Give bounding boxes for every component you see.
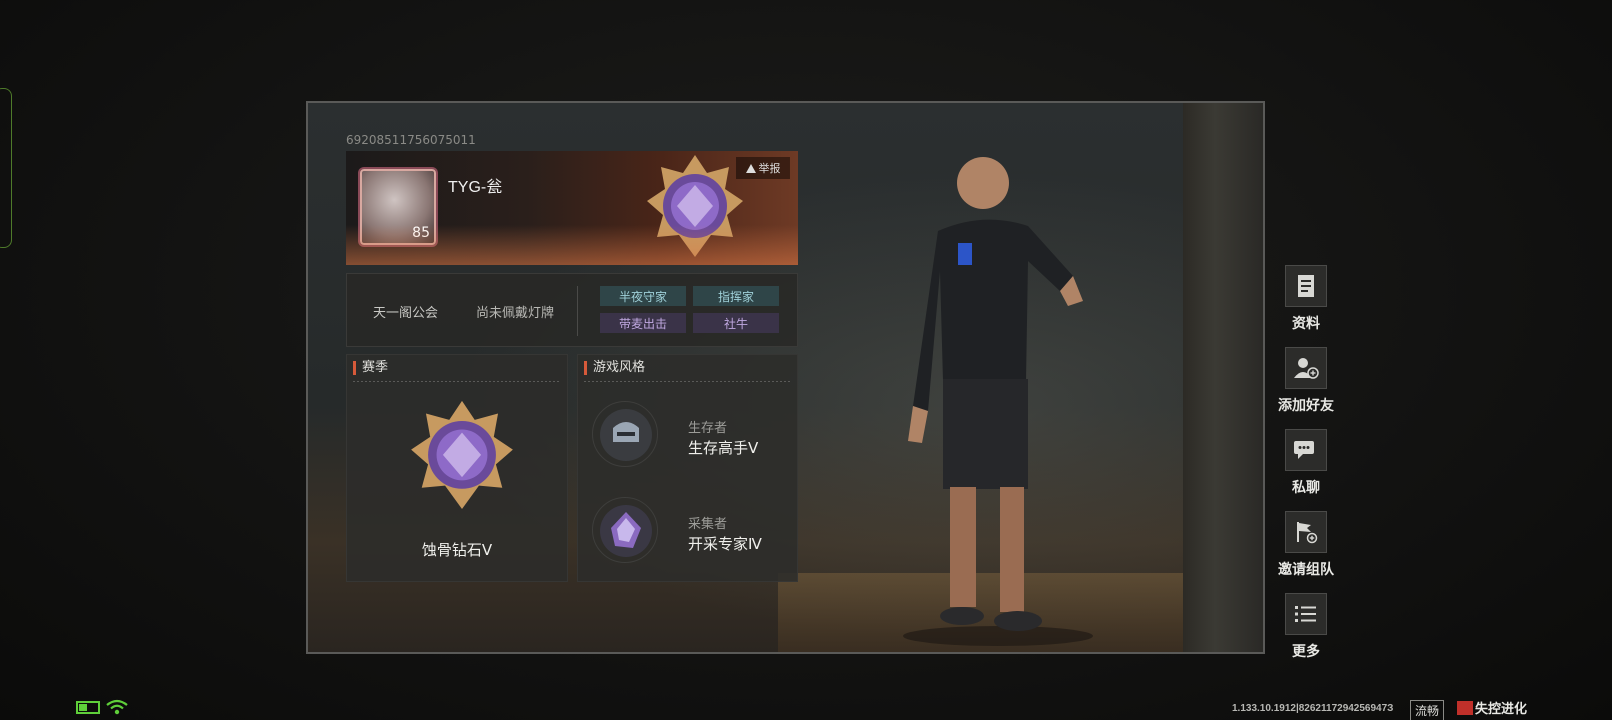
player-name: TYG-瓮 (448, 179, 503, 196)
lamp-status[interactable]: 尚未佩戴灯牌 (476, 302, 554, 321)
side-label-profile: 资料 (1292, 316, 1320, 332)
logo-text: 失控进化 (1475, 702, 1528, 717)
side-label-invite-team: 邀请组队 (1278, 562, 1334, 578)
list-icon (1285, 593, 1327, 635)
version-text: 1.133.10.1912|8262117294256947З (1232, 703, 1394, 714)
left-edge-tab[interactable] (0, 88, 12, 248)
side-button-profile[interactable]: 资料 (1266, 265, 1346, 333)
play-style-section: 游戏风格 生存者 生存高手Ⅴ 采集者 开采专家Ⅳ (577, 354, 798, 582)
player-character (903, 157, 1093, 646)
gatherer-value: 开采专家Ⅳ (688, 535, 762, 553)
survivor-value: 生存高手Ⅴ (688, 439, 759, 457)
rank-badge-icon (647, 155, 743, 257)
warning-icon (745, 163, 756, 173)
add-friend-icon (1285, 347, 1327, 389)
survivor-helmet-icon (592, 401, 658, 467)
profile-header-card: 85 TYG-瓮 举报 (346, 151, 798, 265)
battery-icon (76, 700, 100, 714)
season-section[interactable]: 赛季 蚀骨钻石Ⅴ (346, 354, 568, 582)
chat-icon (1285, 429, 1327, 471)
gatherer-crystal-icon (592, 497, 658, 563)
avatar[interactable]: 85 (360, 169, 436, 245)
tag-night-guard: 半夜守家 (600, 286, 686, 306)
gatherer-subtitle: 采集者 (688, 517, 728, 532)
season-title: 赛季 (353, 361, 388, 375)
game-logo: 失控进化 (1457, 698, 1527, 717)
side-label-chat: 私聊 (1292, 480, 1320, 496)
document-icon (1285, 265, 1327, 307)
flag-icon (1285, 511, 1327, 553)
tag-social: 社牛 (693, 313, 779, 333)
season-divider (353, 381, 561, 382)
report-button[interactable]: 举报 (736, 157, 790, 179)
side-button-chat[interactable]: 私聊 (1266, 429, 1346, 497)
report-label: 举报 (758, 162, 781, 175)
side-label-add-friend: 添加好友 (1278, 398, 1334, 414)
guild-name[interactable]: 天一阁公会 (373, 302, 438, 321)
side-label-more: 更多 (1292, 644, 1320, 660)
tag-commander: 指挥家 (693, 286, 779, 306)
network-status-badge: 流畅 (1410, 700, 1445, 720)
info-row: 天一阁公会 尚未佩戴灯牌 半夜守家 指挥家 带麦出击 社牛 (346, 273, 798, 347)
season-rank-name: 蚀骨钻石Ⅴ (421, 541, 493, 559)
side-button-add-friend[interactable]: 添加好友 (1266, 347, 1346, 415)
season-rank-badge-icon (411, 400, 513, 509)
avatar-level: 85 (412, 225, 430, 241)
side-button-more[interactable]: 更多 (1266, 593, 1346, 661)
player-id[interactable]: 69208511756075011 (346, 133, 476, 147)
survivor-subtitle: 生存者 (688, 421, 728, 436)
divider (577, 286, 578, 336)
play-style-title: 游戏风格 (584, 361, 645, 375)
logo-mark-icon (1457, 700, 1473, 715)
play-style-divider (584, 381, 791, 382)
status-bar (76, 699, 128, 715)
wifi-icon (106, 699, 128, 715)
tag-voice-attack: 带麦出击 (600, 313, 686, 333)
side-button-invite-team[interactable]: 邀请组队 (1266, 511, 1346, 579)
